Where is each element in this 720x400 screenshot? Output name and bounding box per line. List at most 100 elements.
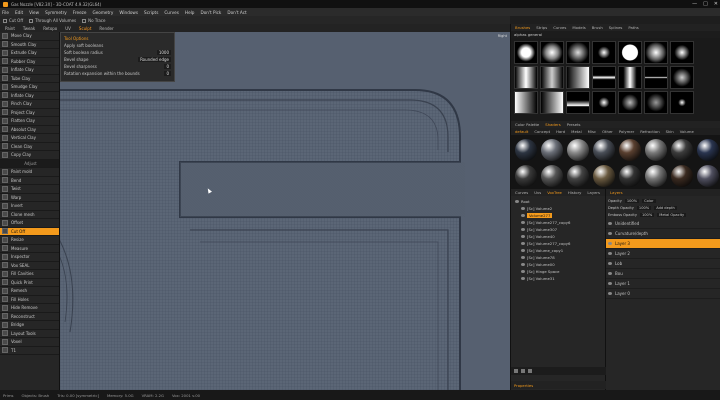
tool-layout-tools[interactable]: Layout Tools xyxy=(0,330,59,338)
visibility-eye-icon[interactable] xyxy=(521,270,525,273)
visibility-eye-icon[interactable] xyxy=(608,252,612,255)
visibility-eye-icon[interactable] xyxy=(608,222,612,225)
subtab-refraction[interactable]: Refraction xyxy=(639,129,660,134)
visibility-eye-icon[interactable] xyxy=(521,249,525,252)
option-value[interactable]: 0 xyxy=(164,64,171,69)
clone-volume-icon[interactable] xyxy=(528,369,532,373)
voxtree-item[interactable]: [Sc] Volume78 xyxy=(513,254,603,261)
layer-item[interactable]: Layer 3 xyxy=(606,239,720,249)
minimize-button[interactable]: — xyxy=(692,1,697,7)
option-bevel-shape[interactable]: Bevel shape Rounded edge xyxy=(64,56,171,63)
tab-splines[interactable]: Splines xyxy=(608,25,624,30)
material-sphere[interactable] xyxy=(592,138,616,162)
voxtree-item[interactable]: [Sc] Volume307 xyxy=(513,226,603,233)
tool-invert[interactable]: Invert xyxy=(0,202,59,211)
tool-pinch-clay[interactable]: Pinch Clay xyxy=(0,100,59,109)
layer-item[interactable]: Lob xyxy=(606,259,720,269)
tool-fill-holes[interactable]: Fill Holes xyxy=(0,296,59,304)
tab-tweak[interactable]: Tweak xyxy=(21,26,37,31)
visibility-eye-icon[interactable] xyxy=(608,232,612,235)
layer-prop-value[interactable]: 100% xyxy=(639,212,655,217)
menu-symmetry[interactable]: Symmetry xyxy=(45,10,67,15)
material-sphere[interactable] xyxy=(670,164,694,188)
tab-strips[interactable]: Strips xyxy=(535,25,548,30)
layer-item[interactable]: Unidentified xyxy=(606,219,720,229)
visibility-eye-icon[interactable] xyxy=(608,272,612,275)
layer-prop-extra[interactable]: Add depth xyxy=(654,205,677,210)
material-sphere[interactable] xyxy=(514,164,538,188)
visibility-eye-icon[interactable] xyxy=(521,242,525,245)
tool-smudge-clay[interactable]: Smudge Clay xyxy=(0,83,59,92)
subtab-hard[interactable]: Hard xyxy=(555,129,566,134)
tab-uvs[interactable]: Uvs xyxy=(533,190,542,195)
option-bevel-sharpness[interactable]: Bevel sharpness 0 xyxy=(64,63,171,70)
material-sphere[interactable] xyxy=(540,164,564,188)
voxtree-item[interactable]: Volume277 xyxy=(513,212,603,219)
subtab-other[interactable]: Other xyxy=(601,129,614,134)
tool-vox-seal[interactable]: Vox SEAL xyxy=(0,262,59,270)
tool-t1[interactable]: T1 xyxy=(0,347,59,355)
option-value[interactable]: 0 xyxy=(164,71,171,76)
option-soft-boolean-radius[interactable]: Soft boolean radius 1000 xyxy=(64,49,171,56)
tab-layers[interactable]: Layers xyxy=(586,190,601,195)
layer-prop-value[interactable]: 100% xyxy=(636,205,652,210)
subtab-metal[interactable]: Metal xyxy=(570,129,582,134)
tab-sculpt[interactable]: Sculpt xyxy=(77,26,94,31)
menu-curves[interactable]: Curves xyxy=(164,10,179,15)
tool-hide-remove[interactable]: Hide Remove xyxy=(0,304,59,313)
layer-prop-extra[interactable]: Color xyxy=(642,198,656,203)
tool-absolut-clay[interactable]: Absolut Clay xyxy=(0,126,59,134)
visibility-eye-icon[interactable] xyxy=(521,228,525,231)
menu-don-t-pick[interactable]: Don't Pick xyxy=(200,10,221,15)
tab-layers[interactable]: Layers xyxy=(609,190,624,195)
visibility-eye-icon[interactable] xyxy=(515,200,519,203)
visibility-eye-icon[interactable] xyxy=(521,256,525,259)
subtab-default[interactable]: default xyxy=(514,129,529,134)
tab-color-palette[interactable]: Color Palette xyxy=(514,122,540,127)
tab-uv[interactable]: UV xyxy=(63,26,73,31)
tool-bend[interactable]: Bend xyxy=(0,177,59,185)
visibility-eye-icon[interactable] xyxy=(521,221,525,224)
layer-prop-extra[interactable]: Metal Opacity xyxy=(657,212,687,217)
visibility-eye-icon[interactable] xyxy=(521,277,525,280)
viewport[interactable]: Right xyxy=(60,32,510,390)
tool-reconstruct[interactable]: Reconstruct xyxy=(0,313,59,321)
alpha-swatch[interactable] xyxy=(540,41,564,64)
alpha-swatch[interactable] xyxy=(566,66,590,89)
alpha-swatch[interactable] xyxy=(540,66,564,89)
brush-search[interactable]: alphas general xyxy=(511,31,720,38)
alpha-swatch[interactable] xyxy=(514,91,538,114)
tool-inflate-clay[interactable]: Inflate Clay xyxy=(0,92,59,100)
visibility-eye-icon[interactable] xyxy=(608,282,612,285)
layer-prop-depth-opacity[interactable]: Depth Opacity 100% Add depth xyxy=(608,204,718,211)
visibility-eye-icon[interactable] xyxy=(521,235,525,238)
visibility-eye-icon[interactable] xyxy=(608,262,612,265)
layer-prop-opacity[interactable]: Opacity 100% Color xyxy=(608,197,718,204)
material-sphere[interactable] xyxy=(566,138,590,162)
alpha-swatch[interactable] xyxy=(618,66,642,89)
alpha-swatch[interactable] xyxy=(670,91,694,114)
tool-voxel[interactable]: Voxel xyxy=(0,338,59,347)
alpha-swatch[interactable] xyxy=(618,41,642,64)
tab-render[interactable]: Render xyxy=(97,26,115,31)
voxtree-item[interactable]: [Sc] Volume_copy1 xyxy=(513,247,603,254)
option-rotation-expansion-within-the-bounds[interactable]: Rotation expansion within the bounds 0 xyxy=(64,70,171,77)
menu-help[interactable]: Help xyxy=(185,10,195,15)
visibility-eye-icon[interactable] xyxy=(608,242,612,245)
voxtree-item[interactable]: Root xyxy=(513,198,603,205)
alpha-swatch[interactable] xyxy=(670,66,694,89)
material-sphere[interactable] xyxy=(670,138,694,162)
option-value[interactable]: 1000 xyxy=(156,50,171,55)
menu-scripts[interactable]: Scripts xyxy=(144,10,158,15)
voxtree-item[interactable]: [Sc] Volume40 xyxy=(513,233,603,240)
tool-fill-cavities[interactable]: Fill Cavities xyxy=(0,270,59,279)
tool-measure[interactable]: Measure xyxy=(0,245,59,253)
visibility-eye-icon[interactable] xyxy=(521,207,525,210)
tool-clone-mesh[interactable]: Clone mesh xyxy=(0,211,59,219)
tool-vertical-clay[interactable]: Vertical Clay xyxy=(0,134,59,143)
tool-cut-off[interactable]: Cut Off xyxy=(0,227,59,236)
alpha-swatch[interactable] xyxy=(644,41,668,64)
tab-models[interactable]: Models xyxy=(571,25,586,30)
alpha-swatch[interactable] xyxy=(644,91,668,114)
menu-geometry[interactable]: Geometry xyxy=(92,10,113,15)
